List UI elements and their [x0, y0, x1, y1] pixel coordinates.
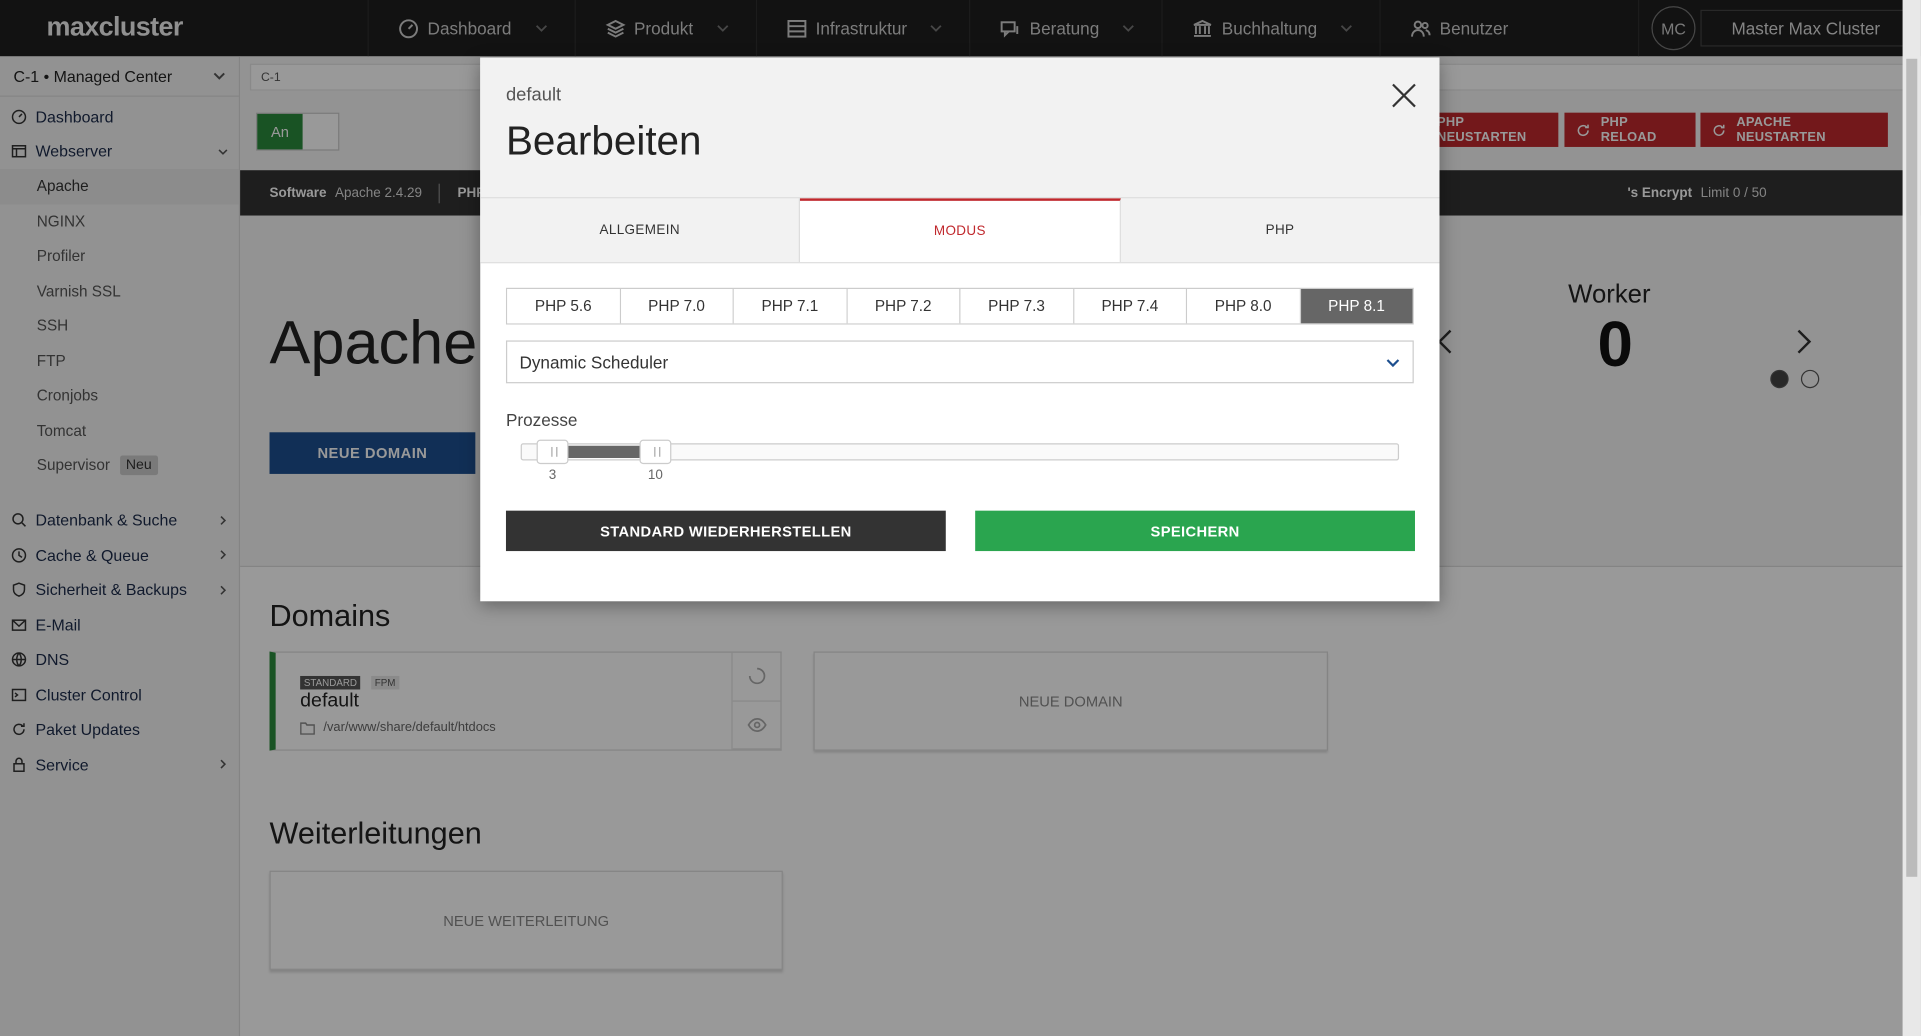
chevron-down-icon: [1386, 358, 1400, 367]
reset-default-button[interactable]: STANDARD WIEDERHERSTELLEN: [505, 510, 946, 552]
slider-min-value: 3: [548, 467, 557, 483]
modal-tabs: ALLGEMEIN MODUS PHP: [480, 198, 1440, 264]
php-version-button[interactable]: PHP 8.0: [1187, 289, 1301, 324]
scrollbar-thumb[interactable]: [1906, 58, 1918, 877]
php-version-button[interactable]: PHP 7.3: [960, 289, 1074, 324]
php-version-selector: PHP 5.6 PHP 7.0 PHP 7.1 PHP 7.2 PHP 7.3 …: [505, 287, 1414, 325]
php-version-button-selected[interactable]: PHP 8.1: [1300, 289, 1413, 324]
modal-title: Bearbeiten: [505, 117, 702, 163]
processes-slider[interactable]: 3 10: [520, 439, 1400, 482]
scheduler-value: Dynamic Scheduler: [519, 352, 669, 372]
slider-range-fill: [558, 445, 642, 459]
slider-handle-min[interactable]: [536, 439, 569, 465]
processes-label: Prozesse: [505, 410, 578, 430]
scrollbar[interactable]: [1902, 0, 1921, 1036]
save-button[interactable]: SPEICHERN: [975, 510, 1415, 552]
tab-modus[interactable]: MODUS: [800, 198, 1121, 263]
slider-handle-max[interactable]: [639, 439, 672, 465]
php-version-button[interactable]: PHP 5.6: [507, 289, 621, 324]
modal-header: default Bearbeiten: [480, 57, 1440, 199]
close-icon[interactable]: [1390, 82, 1417, 109]
tab-allgemein[interactable]: ALLGEMEIN: [480, 198, 801, 263]
tab-php[interactable]: PHP: [1120, 198, 1440, 263]
edit-modal: default Bearbeiten ALLGEMEIN MODUS PHP P…: [480, 57, 1440, 602]
php-version-button[interactable]: PHP 7.1: [733, 289, 848, 324]
slider-max-value: 10: [647, 467, 663, 483]
php-version-button[interactable]: PHP 7.0: [620, 289, 734, 324]
scheduler-select[interactable]: Dynamic Scheduler: [505, 340, 1414, 384]
php-version-button[interactable]: PHP 7.4: [1073, 289, 1188, 324]
php-version-button[interactable]: PHP 7.2: [847, 289, 961, 324]
modal-subtitle: default: [505, 84, 562, 106]
app-root: maxcluster Dashboard Produkt Infrastrukt…: [0, 0, 1921, 1036]
